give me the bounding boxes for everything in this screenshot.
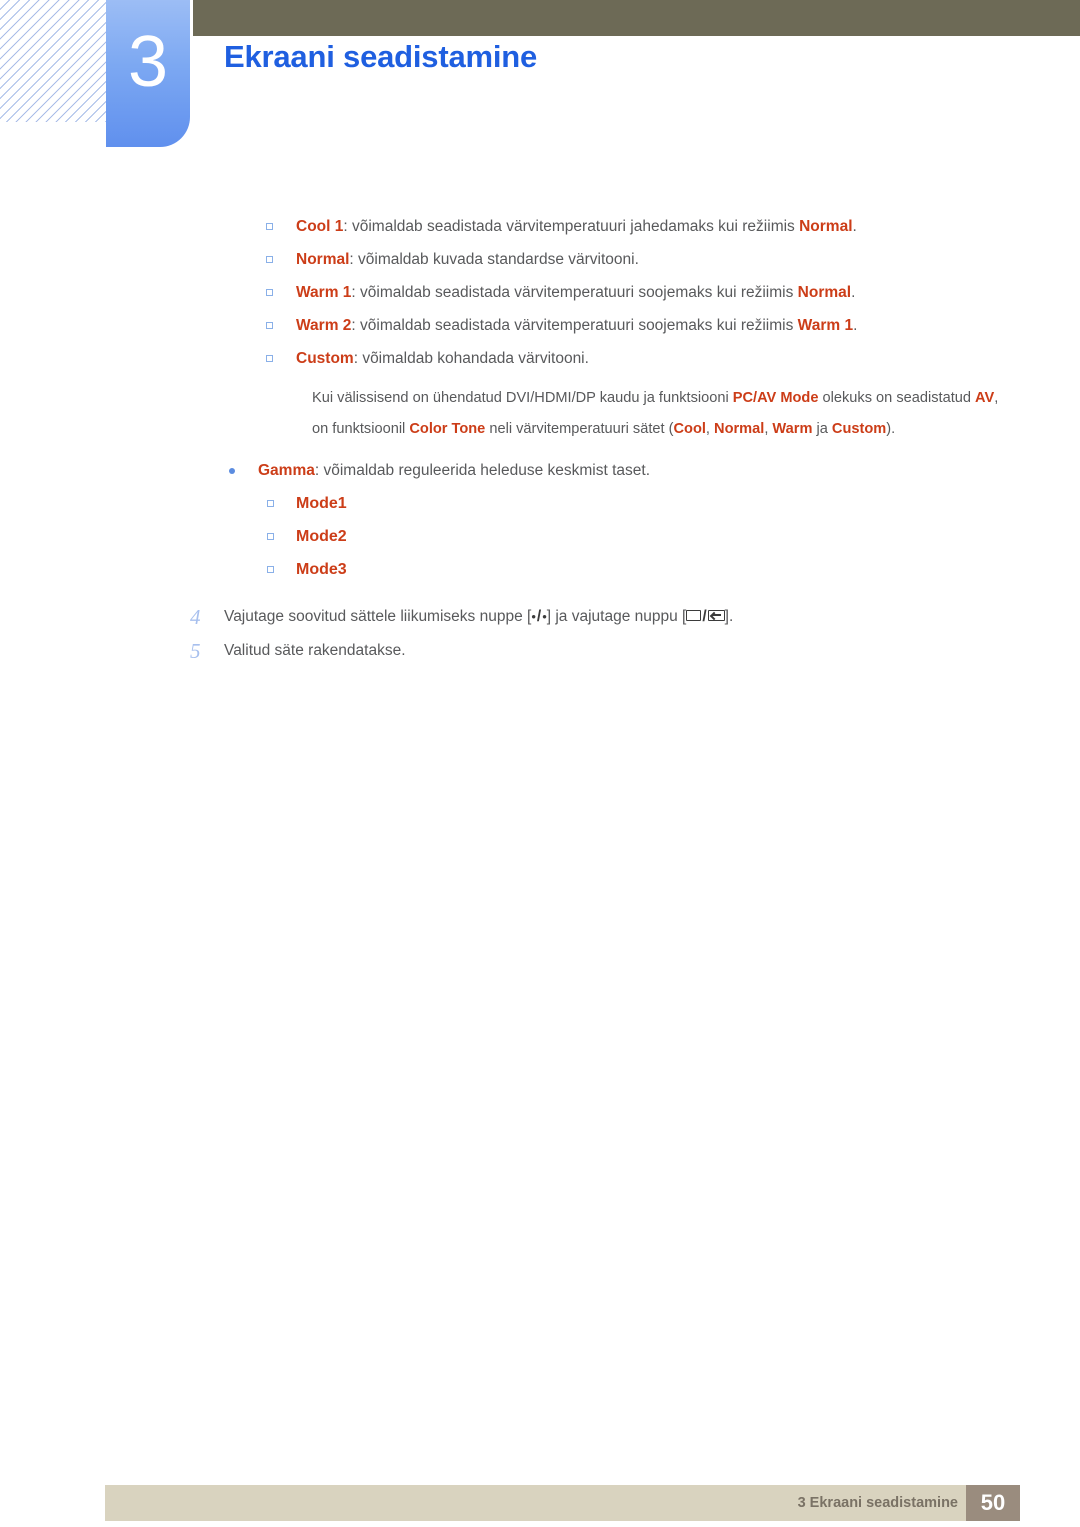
list-item: Normal: võimaldab kuvada standardse värv… xyxy=(0,243,1080,276)
option-term: Warm 2 xyxy=(296,317,352,334)
option-term: Custom xyxy=(296,350,354,367)
header-accent-bar xyxy=(193,0,1080,36)
gamma-mode-label: Mode2 xyxy=(296,528,347,545)
note-text-1: Kui välissisend on ühendatud DVI/HDMI/DP… xyxy=(312,390,733,406)
option-description: : võimaldab kohandada värvitooni. xyxy=(353,350,589,367)
square-bullet-icon xyxy=(267,566,274,573)
option-description: : võimaldab seadistada värvitemperatuuri… xyxy=(351,284,798,301)
square-bullet-icon xyxy=(267,533,274,540)
page-footer: 3 Ekraani seadistamine 50 xyxy=(105,1485,1020,1521)
step-item: 4 Vajutage soovitud sättele liikumiseks n… xyxy=(0,600,1080,634)
square-bullet-icon xyxy=(266,355,273,362)
decorative-hatch-pattern xyxy=(0,0,106,122)
list-item: Warm 2: võimaldab seadistada värvitemper… xyxy=(0,309,1080,342)
list-item: Mode1 xyxy=(0,487,1080,520)
option-term: Warm 1 xyxy=(296,284,352,301)
step-number: 5 xyxy=(190,639,201,663)
note-keyword-pc-av-mode: PC/AV Mode xyxy=(732,390,819,406)
step-text-a: Vajutage soovitud sättele liikumiseks nu… xyxy=(224,608,532,625)
note-keyword-cool: Cool xyxy=(673,421,706,437)
gamma-mode-label: Mode1 xyxy=(296,495,347,512)
menu-button-icon xyxy=(686,610,702,622)
step-text-b: ] ja vajutage nuppu [ xyxy=(546,608,687,625)
page-title: Ekraani seadistamine xyxy=(224,39,538,74)
note-keyword-normal: Normal xyxy=(714,421,765,437)
list-item: Cool 1: võimaldab seadistada värvitemper… xyxy=(0,210,1080,243)
list-item: Mode3 xyxy=(0,553,1080,586)
option-description-tail: . xyxy=(852,218,857,235)
gamma-term: Gamma xyxy=(258,462,315,479)
square-bullet-icon xyxy=(266,322,273,329)
option-description-tail: . xyxy=(853,317,858,334)
step-item: 5 Valitud säte rakendatakse. xyxy=(0,634,1080,668)
list-item: Custom: võimaldab kohandada värvitooni. xyxy=(0,342,1080,375)
option-description: : võimaldab seadistada värvitemperatuuri… xyxy=(351,317,798,334)
note-keyword-custom: Custom xyxy=(831,421,887,437)
footer-chapter-label: 3 Ekraani seadistamine xyxy=(797,1495,958,1511)
gamma-mode-label: Mode3 xyxy=(296,561,347,578)
option-reference: Normal xyxy=(799,218,853,235)
option-reference: Normal xyxy=(797,284,852,301)
option-term: Normal xyxy=(296,251,350,268)
enter-button-icon xyxy=(707,610,725,622)
note-text-2: olekuks on seadistatud xyxy=(818,390,976,406)
page-content: Cool 1: võimaldab seadistada värvitemper… xyxy=(0,210,1080,668)
gamma-description: : võimaldab reguleerida heleduse keskmis… xyxy=(314,462,651,479)
option-term: Cool 1 xyxy=(296,218,344,235)
square-bullet-icon xyxy=(266,289,273,296)
round-bullet-icon xyxy=(229,468,235,474)
square-bullet-icon xyxy=(266,256,273,263)
note-keyword-av: AV xyxy=(975,390,995,406)
note-paragraph: Kui välissisend on ühendatud DVI/HDMI/DP… xyxy=(0,375,1080,445)
chapter-number-badge: 3 xyxy=(106,0,190,147)
color-tone-option-list: Cool 1: võimaldab seadistada värvitemper… xyxy=(0,210,1080,375)
page-header: 3 Ekraani seadistamine xyxy=(0,0,1080,160)
step-list: 4 Vajutage soovitud sättele liikumiseks n… xyxy=(0,600,1080,668)
square-bullet-icon xyxy=(266,223,273,230)
option-reference: Warm 1 xyxy=(797,317,854,334)
footer-page-number: 50 xyxy=(966,1485,1020,1521)
square-bullet-icon xyxy=(267,500,274,507)
gamma-list-item: Gamma: võimaldab reguleerida heleduse ke… xyxy=(0,445,1080,487)
list-item: Mode2 xyxy=(0,520,1080,553)
option-description: : võimaldab kuvada standardse värvitooni… xyxy=(349,251,639,268)
note-keyword-warm: Warm xyxy=(772,421,813,437)
option-description-tail: . xyxy=(851,284,856,301)
step-text-c: ]. xyxy=(724,608,734,625)
list-item: Warm 1: võimaldab seadistada värvitemper… xyxy=(0,276,1080,309)
note-text-8: ). xyxy=(886,421,896,437)
button-separator: / xyxy=(702,608,707,625)
note-text-7: ja xyxy=(812,421,832,437)
note-text-5: , xyxy=(705,421,715,437)
option-description: : võimaldab seadistada värvitemperatuuri… xyxy=(343,218,800,235)
note-keyword-color-tone: Color Tone xyxy=(409,421,486,437)
note-text-4: neli värvitemperatuuri sätet ( xyxy=(485,421,674,437)
step-number: 4 xyxy=(190,605,201,629)
step-text-a: Valitud säte rakendatakse. xyxy=(224,642,406,659)
